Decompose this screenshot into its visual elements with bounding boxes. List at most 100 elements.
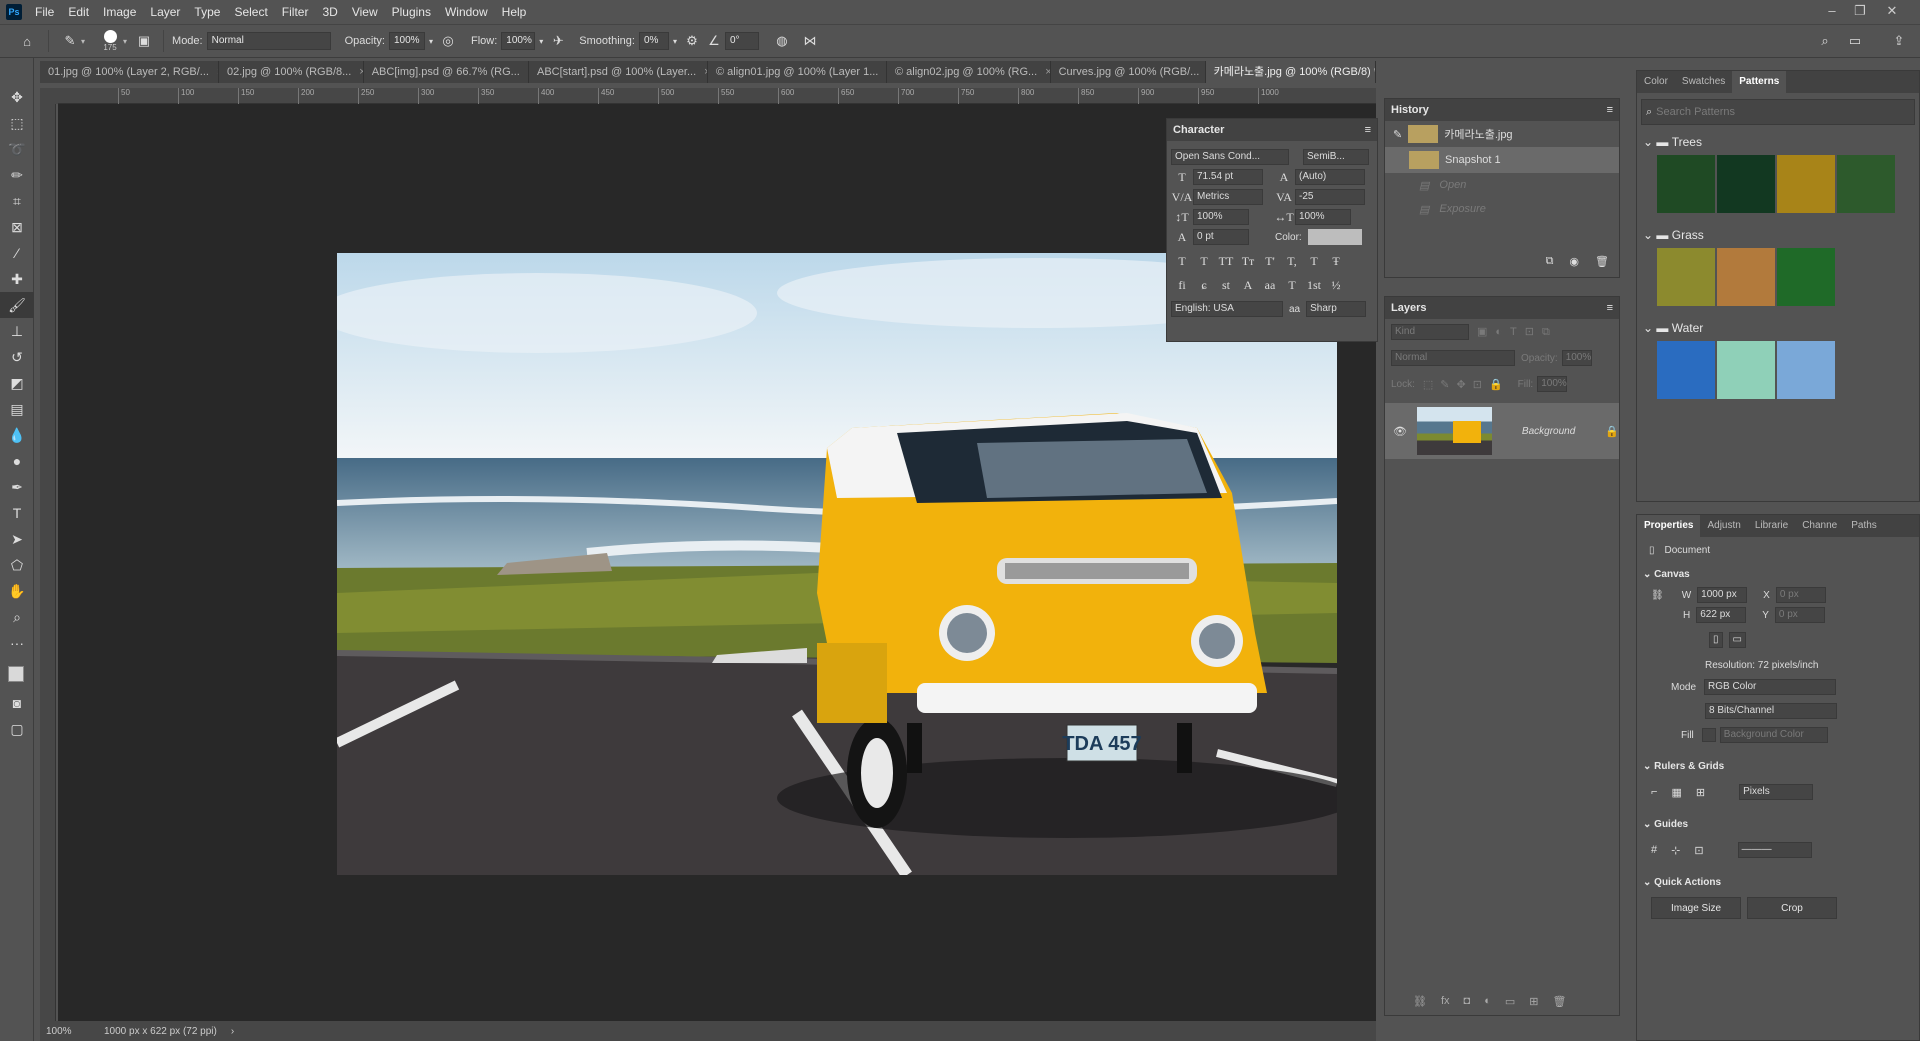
- y-field[interactable]: 0 px: [1774, 607, 1825, 623]
- doc-tab[interactable]: ABC[img].psd @ 66.7% (RG...×: [364, 61, 529, 83]
- link-chain-icon[interactable]: ⛓: [1651, 590, 1664, 601]
- hand-tool-icon[interactable]: ✋: [0, 578, 34, 604]
- tab-color[interactable]: Color: [1637, 71, 1675, 93]
- doc-tab-active[interactable]: 카메라노출.jpg @ 100% (RGB/8) *×: [1205, 61, 1376, 83]
- typography-style-button[interactable]: aa: [1259, 275, 1281, 295]
- tab-patterns[interactable]: Patterns: [1732, 71, 1787, 93]
- landscape-orientation-icon[interactable]: ▭: [1728, 632, 1746, 648]
- tab-properties[interactable]: Properties: [1637, 515, 1701, 537]
- guide-layout-icon[interactable]: ⊡: [1694, 844, 1703, 857]
- tab-adjustments[interactable]: Adjustn: [1700, 515, 1747, 537]
- pattern-swatch[interactable]: [1777, 248, 1835, 306]
- history-item[interactable]: ▤ Exposure: [1385, 197, 1619, 221]
- crop-button[interactable]: Crop: [1747, 897, 1837, 919]
- workspace-icon[interactable]: ▭: [1844, 30, 1866, 52]
- fill-color-swatch[interactable]: [1701, 728, 1716, 742]
- smoothing-settings-gear-icon[interactable]: ⚙: [681, 30, 703, 52]
- search-icon[interactable]: ⌕: [1814, 30, 1836, 52]
- lock-icons[interactable]: ⬚✎✥⊡🔒: [1423, 378, 1510, 391]
- doc-tab[interactable]: 02.jpg @ 100% (RGB/8...×: [219, 61, 364, 83]
- pattern-swatch[interactable]: [1717, 341, 1775, 399]
- menu-type[interactable]: Type: [187, 0, 227, 24]
- airbrush-icon[interactable]: ✈: [547, 30, 569, 52]
- layer-row-background[interactable]: 👁 Background 🔒: [1385, 403, 1619, 459]
- tab-swatches[interactable]: Swatches: [1675, 71, 1732, 93]
- menu-filter[interactable]: Filter: [275, 0, 316, 24]
- antialias-select[interactable]: Sharp: [1306, 301, 1367, 317]
- menu-layer[interactable]: Layer: [143, 0, 187, 24]
- gradient-tool-icon[interactable]: ▤: [0, 396, 34, 422]
- search-patterns-input[interactable]: Search Patterns: [1656, 106, 1735, 118]
- language-select[interactable]: English: USA: [1171, 301, 1283, 317]
- pressure-opacity-icon[interactable]: ◎: [437, 30, 459, 52]
- menu-help[interactable]: Help: [495, 0, 534, 24]
- layer-name[interactable]: Background: [1522, 426, 1575, 437]
- home-icon[interactable]: ⌂: [16, 30, 38, 52]
- tab-paths[interactable]: Paths: [1844, 515, 1884, 537]
- doc-tab[interactable]: 01.jpg @ 100% (Layer 2, RGB/...×: [40, 61, 219, 83]
- image-size-button[interactable]: Image Size: [1651, 897, 1741, 919]
- delete-layer-trash-icon[interactable]: 🗑: [1552, 995, 1566, 1008]
- menu-image[interactable]: Image: [96, 0, 143, 24]
- healing-brush-tool-icon[interactable]: ✚: [0, 266, 34, 292]
- units-select[interactable]: Pixels: [1739, 784, 1814, 800]
- text-color-swatch[interactable]: [1307, 229, 1362, 245]
- history-item[interactable]: ✎ 카메라노출.jpg: [1385, 121, 1619, 147]
- more-tools-icon[interactable]: ···: [0, 630, 34, 656]
- menu-window[interactable]: Window: [438, 0, 495, 24]
- width-field[interactable]: 1000 px: [1697, 587, 1748, 603]
- leading-field[interactable]: (Auto): [1295, 169, 1365, 185]
- new-group-folder-icon[interactable]: ▭: [1505, 995, 1515, 1008]
- typography-style-button[interactable]: T: [1281, 275, 1303, 295]
- bit-depth-select[interactable]: 8 Bits/Channel: [1705, 703, 1837, 719]
- typography-style-button[interactable]: fi: [1171, 275, 1193, 295]
- eyedropper-tool-icon[interactable]: ⁄: [0, 240, 34, 266]
- guide-icon[interactable]: #: [1651, 844, 1657, 856]
- color-mode-select[interactable]: RGB Color: [1704, 679, 1837, 695]
- crop-tool-icon[interactable]: ⌗: [0, 188, 34, 214]
- new-layer-icon[interactable]: ⊞: [1529, 995, 1538, 1008]
- mode-select[interactable]: Normal: [206, 32, 331, 50]
- menu-select[interactable]: Select: [227, 0, 274, 24]
- history-brush-tool-icon[interactable]: ↺: [0, 344, 34, 370]
- vertical-scale-field[interactable]: 100%: [1193, 209, 1249, 225]
- eraser-tool-icon[interactable]: ◩: [0, 370, 34, 396]
- shape-tool-icon[interactable]: ⬠: [0, 552, 34, 578]
- tab-libraries[interactable]: Librarie: [1748, 515, 1795, 537]
- pattern-group[interactable]: ⌄ ▬ Water: [1637, 317, 1919, 339]
- typography-style-button[interactable]: st: [1215, 275, 1237, 295]
- move-tool-icon[interactable]: ✥: [0, 84, 34, 110]
- pattern-swatch[interactable]: [1777, 155, 1835, 213]
- typography-style-button[interactable]: 1st: [1303, 275, 1325, 295]
- menu-3d[interactable]: 3D: [315, 0, 344, 24]
- typography-style-button[interactable]: A: [1237, 275, 1259, 295]
- doc-tab[interactable]: ABC[start].psd @ 100% (Layer...×: [529, 61, 708, 83]
- height-field[interactable]: 622 px: [1696, 607, 1747, 623]
- quick-actions-section[interactable]: ⌄ Quick Actions: [1637, 871, 1919, 893]
- doc-tab[interactable]: © align02.jpg @ 100% (RG...×: [887, 61, 1051, 83]
- layer-style-fx-icon[interactable]: fx: [1441, 995, 1450, 1007]
- opacity-field[interactable]: 100%: [388, 32, 425, 50]
- dodge-tool-icon[interactable]: ●: [0, 448, 34, 474]
- pattern-swatch[interactable]: [1657, 248, 1715, 306]
- typography-style-button[interactable]: T': [1259, 251, 1281, 271]
- history-item-selected[interactable]: Snapshot 1: [1385, 147, 1619, 173]
- menu-view[interactable]: View: [345, 0, 385, 24]
- typography-style-button[interactable]: T: [1193, 251, 1215, 271]
- tracking-field[interactable]: -25: [1295, 189, 1365, 205]
- baseline-shift-field[interactable]: 0 pt: [1193, 229, 1249, 245]
- grid-icon[interactable]: ▦: [1671, 786, 1681, 799]
- fill-select[interactable]: Background Color: [1719, 727, 1828, 743]
- font-style-select[interactable]: SemiB...: [1303, 149, 1369, 165]
- blend-mode-select[interactable]: Normal: [1391, 350, 1515, 366]
- pattern-swatch[interactable]: [1657, 155, 1715, 213]
- symmetry-icon[interactable]: ⋈: [799, 30, 821, 52]
- flow-field[interactable]: 100%: [501, 32, 536, 50]
- guide-color-select[interactable]: ———: [1737, 842, 1812, 858]
- pattern-swatch[interactable]: [1717, 248, 1775, 306]
- brush-settings-icon[interactable]: ▣: [133, 30, 155, 52]
- type-tool-icon[interactable]: T: [0, 500, 34, 526]
- snapshot-camera-icon[interactable]: ◉: [1569, 255, 1579, 268]
- menu-file[interactable]: File: [28, 0, 61, 24]
- smoothing-field[interactable]: 0%: [638, 32, 669, 50]
